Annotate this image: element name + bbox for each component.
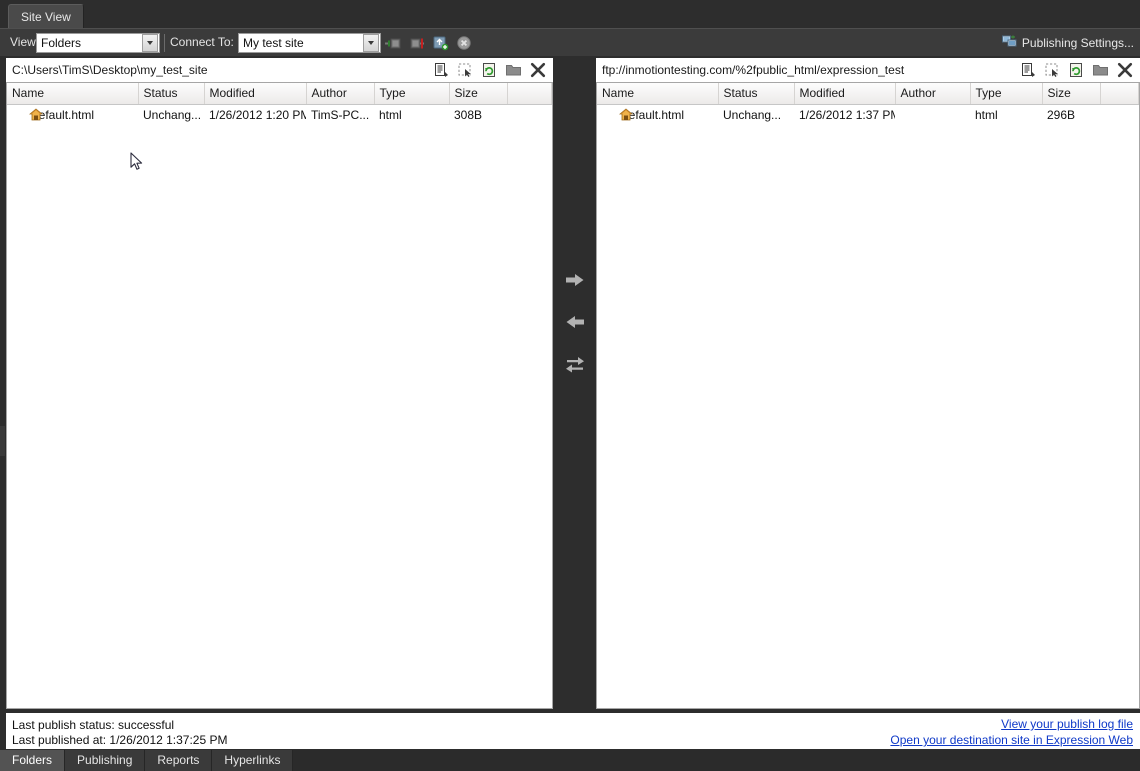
cell-name[interactable]: default.html: [597, 104, 718, 125]
column-header-type[interactable]: Type: [374, 83, 449, 104]
remote-table-header-row: Name Status Modified Author Type Size: [597, 83, 1139, 104]
bottom-tab-bar: Folders Publishing Reports Hyperlinks: [0, 750, 1140, 771]
column-header-author[interactable]: Author: [306, 83, 374, 104]
remote-path-text[interactable]: ftp://inmotiontesting.com/%2fpublic_html…: [597, 63, 1020, 77]
column-header-name[interactable]: Name: [7, 83, 138, 104]
publish-status-area: Last publish status: successful Last pub…: [6, 713, 1140, 749]
view-dropdown-value: Folders: [37, 36, 142, 50]
select-all-icon[interactable]: [457, 62, 474, 79]
cell-size: 296B: [1042, 104, 1100, 125]
local-file-list[interactable]: Name Status Modified Author Type Size: [6, 82, 553, 709]
disconnect-icon[interactable]: [407, 33, 427, 53]
publishing-toolbar: View Folders Connect To: My test site: [0, 28, 1140, 56]
cell-type: html: [970, 104, 1042, 125]
cell-author: TimS-PC...: [306, 104, 374, 125]
remote-site-panel: ftp://inmotiontesting.com/%2fpublic_html…: [596, 58, 1140, 709]
connect-icon[interactable]: [383, 33, 403, 53]
local-site-panel: C:\Users\TimS\Desktop\my_test_site: [6, 58, 553, 709]
top-tab-strip: Site View: [0, 0, 1140, 28]
remote-file-table: Name Status Modified Author Type Size: [597, 83, 1139, 125]
delete-icon[interactable]: [529, 62, 546, 79]
connect-to-dropdown-value: My test site: [239, 36, 363, 50]
file-properties-icon[interactable]: [1020, 62, 1037, 79]
arrow-left-icon: [565, 314, 585, 333]
view-label: View: [10, 35, 36, 49]
tab-site-view[interactable]: Site View: [8, 4, 84, 28]
remote-path-bar: ftp://inmotiontesting.com/%2fpublic_html…: [596, 58, 1140, 82]
cell-type: html: [374, 104, 449, 125]
sync-arrows-icon: [565, 355, 585, 376]
synchronize-button[interactable]: [564, 354, 586, 376]
publish-links: View your publish log file Open your des…: [890, 717, 1133, 747]
remote-file-list[interactable]: Name Status Modified Author Type Size: [596, 82, 1140, 709]
remote-path-toolbar: [1020, 62, 1139, 79]
publish-to-remote-button[interactable]: [564, 270, 586, 292]
column-header-type[interactable]: Type: [970, 83, 1042, 104]
column-header-author[interactable]: Author: [895, 83, 970, 104]
toolbar-separator-1: [164, 34, 165, 52]
last-publish-status: Last publish status: successful: [12, 718, 174, 732]
cell-author: [895, 104, 970, 125]
cell-name[interactable]: default.html: [7, 104, 138, 125]
cell-size: 308B: [449, 104, 507, 125]
connect-to-label: Connect To:: [170, 35, 234, 49]
column-header-modified[interactable]: Modified: [204, 83, 306, 104]
select-all-icon[interactable]: [1044, 62, 1061, 79]
tab-folders[interactable]: Folders: [0, 750, 65, 771]
local-path-toolbar: [433, 62, 552, 79]
chevron-down-icon[interactable]: [363, 34, 379, 52]
refresh-icon[interactable]: [1068, 62, 1085, 79]
open-destination-site-link[interactable]: Open your destination site in Expression…: [890, 733, 1133, 747]
column-header-size[interactable]: Size: [1042, 83, 1100, 104]
view-publish-log-link[interactable]: View your publish log file: [890, 717, 1133, 731]
column-header-filler: [507, 83, 552, 104]
refresh-icon[interactable]: [481, 62, 498, 79]
publishing-settings-button[interactable]: Publishing Settings...: [1002, 34, 1134, 51]
local-file-table: Name Status Modified Author Type Size: [7, 83, 552, 125]
column-header-filler: [1100, 83, 1139, 104]
new-folder-icon[interactable]: [505, 62, 522, 79]
stop-icon: [454, 33, 474, 53]
cell-status: Unchang...: [718, 104, 794, 125]
local-path-bar: C:\Users\TimS\Desktop\my_test_site: [6, 58, 553, 82]
column-header-status[interactable]: Status: [718, 83, 794, 104]
publish-icon[interactable]: [430, 33, 450, 53]
expression-web-site-view-window: Site View View Folders Connect To: My te…: [0, 0, 1140, 771]
publishing-settings-icon: [1002, 34, 1017, 51]
tab-hyperlinks[interactable]: Hyperlinks: [212, 750, 293, 771]
view-dropdown[interactable]: Folders: [36, 33, 160, 53]
cell-filler: [1100, 104, 1139, 125]
cell-status: Unchang...: [138, 104, 204, 125]
publish-to-local-button[interactable]: [564, 312, 586, 334]
transfer-buttons: [563, 270, 587, 376]
tab-reports[interactable]: Reports: [145, 750, 212, 771]
column-header-size[interactable]: Size: [449, 83, 507, 104]
file-properties-icon[interactable]: [433, 62, 450, 79]
table-row[interactable]: default.html Unchang... 1/26/2012 1:20 P…: [7, 104, 552, 125]
home-page-icon: [619, 108, 633, 124]
home-page-icon: [29, 108, 43, 124]
last-published-at: Last published at: 1/26/2012 1:37:25 PM: [12, 733, 228, 747]
table-row[interactable]: default.html Unchang... 1/26/2012 1:37 P…: [597, 104, 1139, 125]
column-header-modified[interactable]: Modified: [794, 83, 895, 104]
tab-publishing[interactable]: Publishing: [65, 750, 145, 771]
connect-to-dropdown[interactable]: My test site: [238, 33, 381, 53]
cell-modified: 1/26/2012 1:20 PM: [204, 104, 306, 125]
publishing-settings-label: Publishing Settings...: [1022, 36, 1134, 50]
column-header-status[interactable]: Status: [138, 83, 204, 104]
cell-modified: 1/26/2012 1:37 PM: [794, 104, 895, 125]
column-header-name[interactable]: Name: [597, 83, 718, 104]
splitter-grip[interactable]: [0, 426, 5, 456]
new-folder-icon[interactable]: [1092, 62, 1109, 79]
local-table-header-row: Name Status Modified Author Type Size: [7, 83, 552, 104]
delete-icon[interactable]: [1116, 62, 1133, 79]
local-path-text[interactable]: C:\Users\TimS\Desktop\my_test_site: [7, 63, 433, 77]
cell-filler: [507, 104, 552, 125]
arrow-right-icon: [565, 272, 585, 291]
chevron-down-icon[interactable]: [142, 34, 158, 52]
